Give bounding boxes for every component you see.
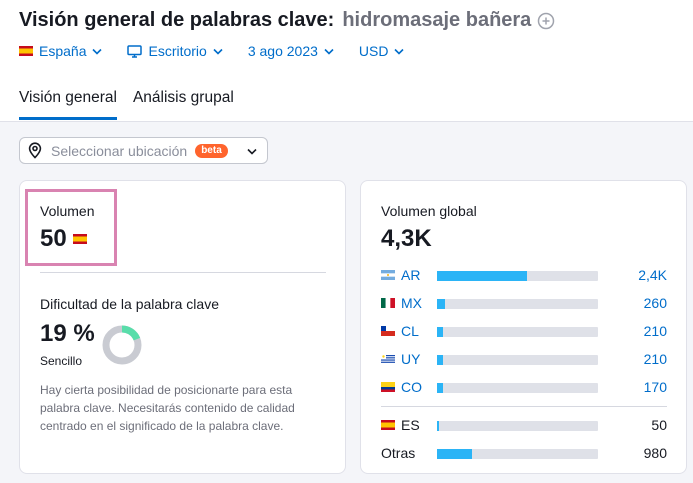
keyword-title: hidromasaje bañera xyxy=(342,9,532,31)
filters-bar: España Escritorio 3 ago 2023 USD xyxy=(19,43,429,59)
country-row-es: ES 50 xyxy=(381,415,667,435)
page-header: Visión general de palabras clave: hidrom… xyxy=(0,0,693,122)
kd-description: Hay cierta posibilidad de posicionarte p… xyxy=(40,383,295,433)
global-volume-card: Volumen global 4,3K AR 2,4K MX 260 CL 21… xyxy=(360,180,687,474)
country-bar xyxy=(437,299,598,309)
country-value[interactable]: 2,4K xyxy=(638,267,667,283)
global-volume-value: 4,3K xyxy=(381,225,432,252)
country-row-others: Otras 980 xyxy=(381,443,667,463)
location-select[interactable]: Seleccionar ubicación beta xyxy=(19,137,268,164)
es-flag-icon xyxy=(19,46,33,56)
divider xyxy=(381,406,667,407)
country-bar xyxy=(437,327,598,337)
ar-flag-icon xyxy=(381,270,395,280)
chevron-down-icon xyxy=(213,48,223,55)
device-filter[interactable]: Escritorio xyxy=(127,43,223,59)
country-row-cl[interactable]: CL 210 xyxy=(381,321,667,341)
country-bar-fill xyxy=(437,355,444,365)
country-code: ES xyxy=(401,417,420,433)
country-bar xyxy=(437,449,598,459)
chevron-down-icon xyxy=(247,148,257,155)
es-flag-icon xyxy=(381,420,395,430)
others-value: 980 xyxy=(643,445,667,461)
country-bar xyxy=(437,421,598,431)
cl-flag-icon xyxy=(381,326,395,336)
device-filter-label: Escritorio xyxy=(148,43,207,59)
country-bar-fill xyxy=(437,327,444,337)
volume-value-row: 50 xyxy=(40,225,93,253)
es-flag-icon xyxy=(72,234,87,244)
others-label: Otras xyxy=(381,445,416,461)
country-value[interactable]: 260 xyxy=(644,295,667,311)
tab-vision-general[interactable]: Visión general xyxy=(19,89,117,120)
chevron-down-icon xyxy=(394,48,405,55)
country-code[interactable]: CL xyxy=(401,323,437,339)
country-code[interactable]: UY xyxy=(401,351,437,367)
country-bar-fill xyxy=(437,449,473,459)
uy-flag-icon xyxy=(381,354,395,364)
country-bar xyxy=(437,355,598,365)
country-row-mx[interactable]: MX 260 xyxy=(381,293,667,313)
tab-analisis-grupal[interactable]: Análisis grupal xyxy=(133,89,234,120)
chevron-down-icon xyxy=(92,48,103,55)
kd-value: 19 % xyxy=(40,320,95,347)
add-circle-icon[interactable] xyxy=(537,12,555,30)
volume-kd-card: Volumen 50 Dificultad de la palabra clav… xyxy=(19,180,346,474)
location-pin-icon xyxy=(28,142,42,159)
country-bar xyxy=(437,271,598,281)
chevron-down-icon xyxy=(324,48,334,55)
country-value[interactable]: 170 xyxy=(644,379,667,395)
title-row: Visión general de palabras clave: hidrom… xyxy=(19,9,555,32)
country-value[interactable]: 210 xyxy=(644,323,667,339)
country-code[interactable]: AR xyxy=(401,267,437,283)
date-filter-label: 3 ago 2023 xyxy=(247,43,318,59)
country-value[interactable]: 210 xyxy=(644,351,667,367)
country-bar-fill xyxy=(437,421,440,431)
currency-filter-label: USD xyxy=(358,43,389,59)
kd-donut-chart xyxy=(102,325,142,365)
country-row-uy[interactable]: UY 210 xyxy=(381,349,667,369)
beta-badge: beta xyxy=(195,143,228,158)
country-code[interactable]: CO xyxy=(401,379,437,395)
country-bar-fill xyxy=(437,299,446,309)
kd-label: Dificultad de la palabra clave xyxy=(40,296,219,312)
volume-value: 50 xyxy=(40,225,67,252)
country-code[interactable]: MX xyxy=(401,295,437,311)
volume-label: Volumen xyxy=(40,203,95,219)
mx-flag-icon xyxy=(381,298,395,308)
divider xyxy=(40,272,326,273)
currency-filter[interactable]: USD xyxy=(359,43,405,59)
monitor-icon xyxy=(127,44,143,58)
page-title: Visión general de palabras clave: xyxy=(19,9,335,31)
country-value: 50 xyxy=(651,417,667,433)
date-filter[interactable]: 3 ago 2023 xyxy=(248,43,334,59)
country-row-co[interactable]: CO 170 xyxy=(381,377,667,397)
country-filter-label: España xyxy=(39,43,87,59)
country-filter[interactable]: España xyxy=(19,43,103,59)
country-bar xyxy=(437,383,598,393)
location-placeholder: Seleccionar ubicación xyxy=(51,142,188,159)
global-volume-label: Volumen global xyxy=(381,203,477,219)
co-flag-icon xyxy=(381,382,395,392)
country-row-ar[interactable]: AR 2,4K xyxy=(381,265,667,285)
country-bar-fill xyxy=(437,271,528,281)
country-bar-fill xyxy=(437,383,444,393)
kd-level: Sencillo xyxy=(40,354,83,368)
tabs: Visión general Análisis grupal xyxy=(19,89,250,120)
